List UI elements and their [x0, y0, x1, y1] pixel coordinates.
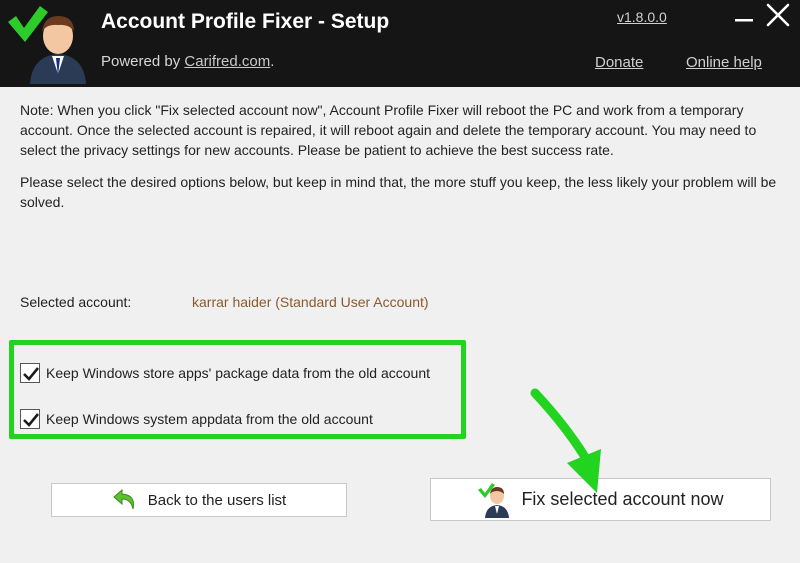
- minimize-icon[interactable]: [735, 4, 753, 26]
- option-label: Keep Windows store apps' package data fr…: [46, 365, 431, 381]
- checkbox-checked[interactable]: [20, 363, 40, 383]
- donate-link[interactable]: Donate: [595, 54, 643, 71]
- powered-prefix: Powered by: [101, 53, 185, 70]
- selected-account-label: Selected account:: [20, 294, 132, 310]
- option-label: Keep Windows system appdata from the old…: [46, 411, 373, 427]
- title-bar: Account Profile Fixer - Setup Powered by…: [0, 0, 800, 87]
- back-to-users-button[interactable]: Back to the users list: [51, 483, 347, 517]
- app-title: Account Profile Fixer - Setup: [101, 10, 390, 33]
- version-link[interactable]: v1.8.0.0: [617, 9, 667, 25]
- online-help-link[interactable]: Online help: [686, 54, 762, 71]
- option-keep-system-appdata[interactable]: Keep Windows system appdata from the old…: [20, 409, 373, 429]
- checkmark-icon: [23, 413, 40, 427]
- close-icon[interactable]: [765, 2, 791, 28]
- user-fix-icon: [478, 482, 510, 518]
- option-keep-store-apps[interactable]: Keep Windows store apps' package data fr…: [20, 363, 430, 383]
- green-arrow-icon: [530, 388, 601, 493]
- selected-account-value: karrar haider (Standard User Account): [192, 294, 429, 310]
- back-button-label: Back to the users list: [147, 491, 287, 509]
- checkbox-checked[interactable]: [20, 409, 40, 429]
- checkmark-icon: [23, 367, 40, 381]
- options-note: Please select the desired options below,…: [20, 174, 777, 210]
- user-check-icon: [8, 6, 86, 84]
- powered-by: Powered by Carifred.com.: [101, 53, 274, 70]
- reboot-note: Note: When you click "Fix selected accou…: [20, 102, 757, 158]
- carifred-link[interactable]: Carifred.com: [184, 53, 270, 70]
- powered-suffix: .: [270, 53, 275, 70]
- back-arrow-icon: [113, 488, 134, 510]
